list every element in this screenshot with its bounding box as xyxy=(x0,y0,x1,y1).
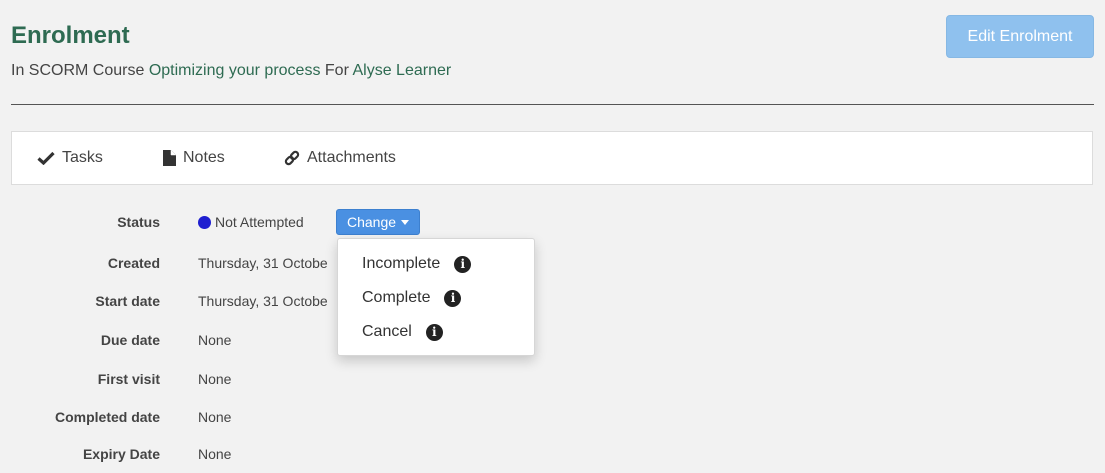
first-visit-label: First visit xyxy=(97,371,160,387)
info-icon[interactable]: i xyxy=(444,289,462,307)
change-status-button[interactable]: Change xyxy=(336,209,420,235)
first-visit-value: None xyxy=(198,371,232,387)
created-label: Created xyxy=(107,255,160,271)
start-date-value: Thursday, 31 Octobe xyxy=(198,293,328,309)
menu-item-complete-label: Complete xyxy=(362,289,431,306)
status-change-dropdown: Incomplete i Complete i Cancel i xyxy=(337,238,535,356)
menu-item-incomplete[interactable]: Incomplete i xyxy=(362,255,472,273)
status-value: Not Attempted xyxy=(215,214,304,230)
completed-date-label: Completed date xyxy=(54,409,160,425)
due-date-value: None xyxy=(198,332,232,348)
change-button-label: Change xyxy=(346,214,397,230)
status-label: Status xyxy=(117,214,160,230)
info-icon[interactable]: i xyxy=(454,255,472,273)
expiry-date-label: Expiry Date xyxy=(82,446,160,462)
menu-item-cancel-label: Cancel xyxy=(362,323,412,340)
menu-item-complete[interactable]: Complete i xyxy=(362,289,462,307)
enrolment-page: Enrolment In SCORM Course Optimizing you… xyxy=(0,0,1105,473)
created-value: Thursday, 31 Octobe xyxy=(198,255,328,271)
caret-down-icon xyxy=(401,219,410,225)
menu-item-incomplete-label: Incomplete xyxy=(362,255,441,272)
status-dot-icon xyxy=(198,216,211,229)
start-date-label: Start date xyxy=(95,293,160,309)
info-icon[interactable]: i xyxy=(425,323,443,341)
completed-date-value: None xyxy=(198,409,232,425)
due-date-label: Due date xyxy=(100,332,160,348)
expiry-date-value: None xyxy=(198,446,232,462)
menu-item-cancel[interactable]: Cancel i xyxy=(362,323,443,341)
enrolment-details: Status Not Attempted Change Created Thur… xyxy=(0,0,1105,473)
